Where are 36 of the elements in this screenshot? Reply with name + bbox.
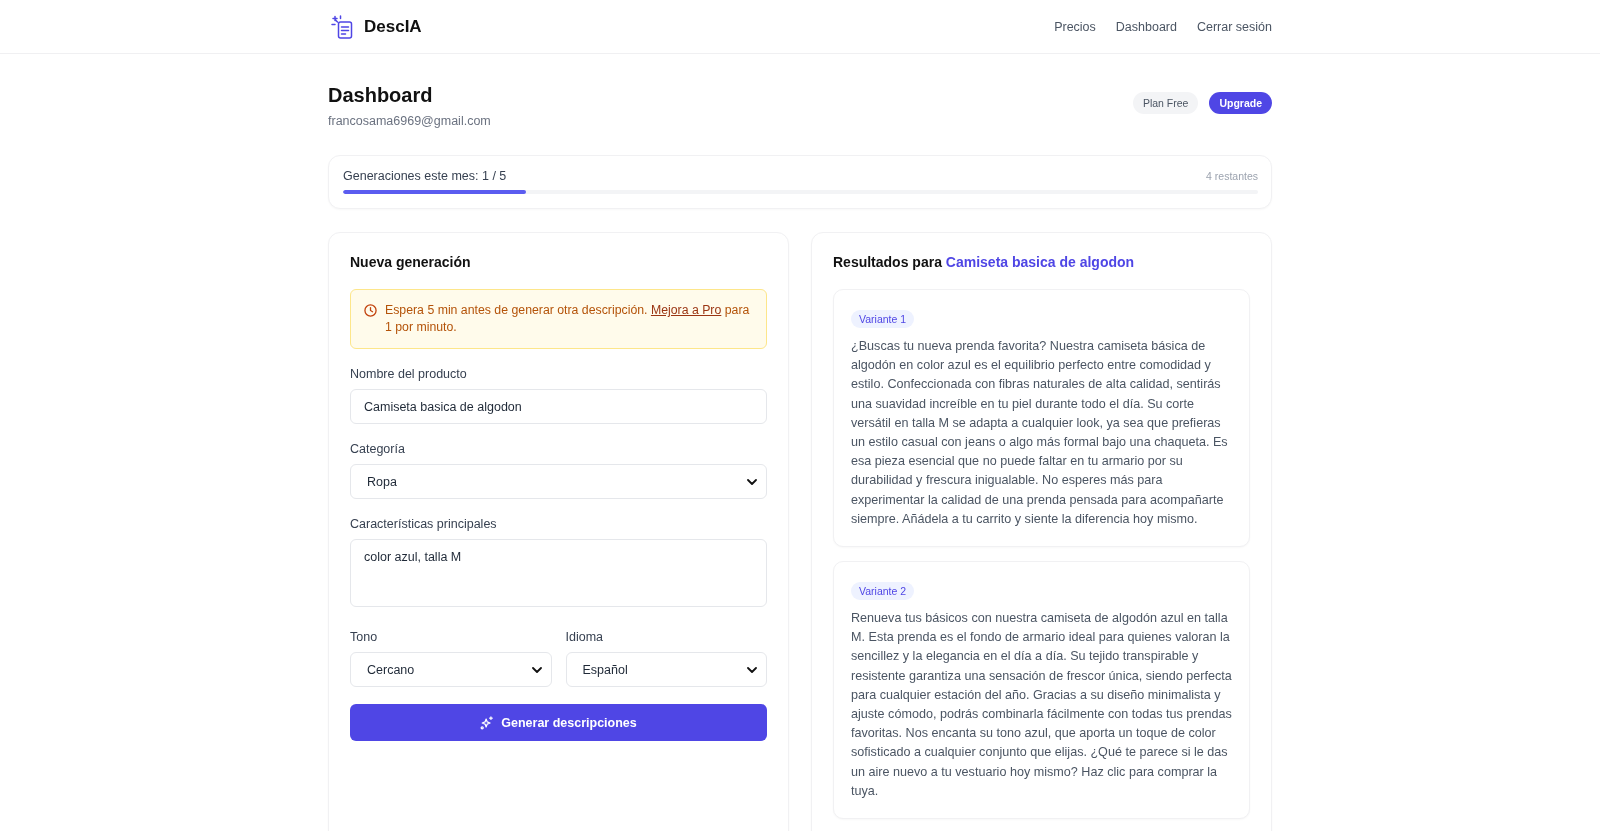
upgrade-button[interactable]: Upgrade	[1209, 91, 1272, 114]
textarea-field[interactable]: color azul, talla M	[350, 539, 767, 607]
input-field[interactable]: Camiseta basica de algodon	[350, 389, 767, 424]
nav-link[interactable]: Precios	[1054, 19, 1096, 34]
field-label: Características principales	[350, 516, 498, 532]
chevron-down-icon	[747, 478, 757, 485]
notice-text: Espera 5 min antes de generar otra descripción. Mejora a Pro para 1 por minuto.	[385, 302, 751, 336]
field-label: Categoría	[350, 441, 406, 457]
field-label: Idioma	[565, 629, 605, 645]
document-sparkle-icon	[331, 14, 353, 39]
field-label: Nombre del producto	[350, 366, 468, 382]
variant-badge: Variante 1	[851, 310, 915, 328]
variant-description: Renueva tus básicos con nuestra camiseta de algodón azul en talla M. Esta prenda es el fondo de armario ideal para quienes valoran la sencillez y la elegancia en el día a día. Su tejido transpirable y resistente garantiza una sensación de frescor única, siendo perfecta para cualquier estación del año. Gracias a su diseño minimalista y ajuste cómodo, podrás combinarla fácilmente con todas tus prendas favoritas. Nos encanta su tono azul, que aporta un toque de color sofisticado a cualquier conjunto que elijas. ¿Qué te parece si le das un aire nuevo a tu vestuario hoy mismo? Haz clic para comprar la tuya.	[851, 610, 1232, 800]
upgrade-link[interactable]: Mejora a Pro	[650, 303, 722, 317]
variant-badge: Variante 2	[851, 582, 915, 601]
chevron-down-icon	[531, 666, 542, 673]
results-title: Resultados para	[833, 254, 942, 270]
chevron-down-icon	[747, 666, 757, 673]
usage-label: Generaciones este mes: 1 / 5	[343, 169, 507, 183]
generate-button[interactable]: Generar descripciones	[350, 704, 767, 741]
sparkles-icon	[480, 715, 495, 730]
select-field[interactable]: Español	[565, 652, 767, 687]
variant-description: ¿Buscas tu nueva prenda favorita? Nuestra camiseta básica de algodón en color azul es el equilibrio perfecto entre comodidad y estilo. Confeccionada con fibras naturales de alta calidad, sentirás una suavidad increíble en tu piel durante todo el día. Su corte versátil en talla M se adapta a cualquier look, ya sea que prefieras un estilo casual con jeans o algo más formal bajo una chaqueta. Es esa pieza esencial que no puede faltar en tu armario por su durabilidad y frescura inigualable. No esperes más para experimentar la calidad de una prenda pensada para acompañarte siempre. Añádela a tu carrito y siente la diferencia hoy mismo.	[851, 338, 1229, 528]
product-name: Camiseta basica de algodon	[945, 254, 1135, 270]
nav-link[interactable]: Dashboard	[1115, 19, 1177, 34]
panel-title: Nueva generación	[350, 253, 472, 271]
user-email: francosama6969@gmail.com	[328, 114, 491, 128]
remaining-count: 4 restantes	[1206, 170, 1258, 182]
plan-badge: Plan Free	[1132, 91, 1199, 114]
page-title: Dashboard	[328, 83, 434, 107]
brand-name: DescIA	[364, 16, 422, 37]
select-field[interactable]: Cercano	[350, 652, 552, 687]
nav-link[interactable]: Cerrar sesión	[1196, 19, 1272, 34]
select-field[interactable]: Ropa	[350, 464, 767, 499]
field-label: Tono	[350, 629, 379, 645]
clock-icon	[364, 304, 377, 317]
